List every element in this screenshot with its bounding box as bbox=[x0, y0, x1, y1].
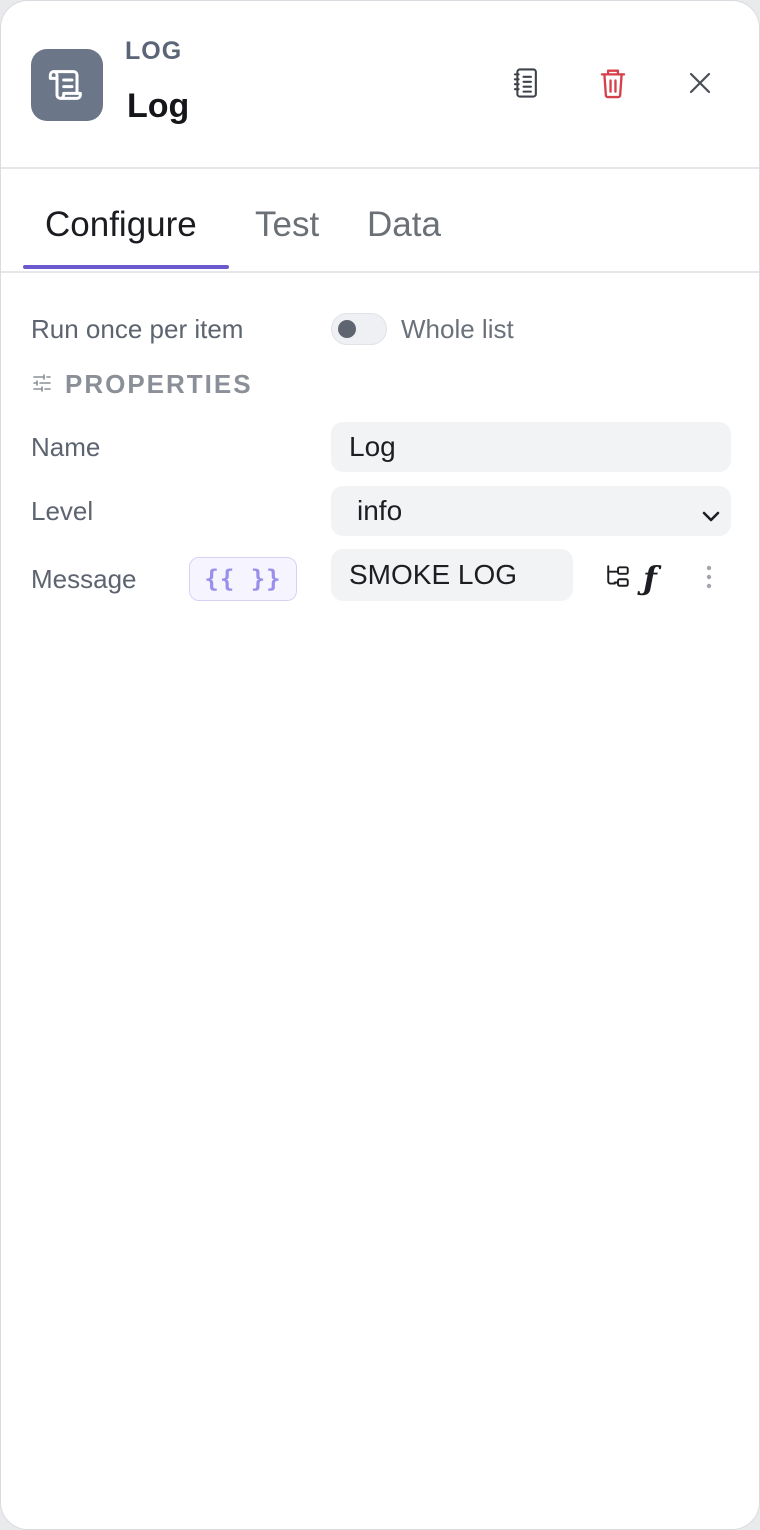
run-mode-toggle[interactable] bbox=[331, 313, 387, 345]
trash-icon bbox=[599, 67, 627, 104]
panel-header: LOG Log bbox=[1, 1, 759, 169]
chevron-down-icon bbox=[701, 501, 721, 533]
tab-configure[interactable]: Configure bbox=[45, 205, 197, 245]
level-select-value: info bbox=[357, 495, 403, 526]
toggle-knob bbox=[338, 320, 356, 338]
more-options-button[interactable] bbox=[697, 563, 721, 595]
function-icon: ƒ bbox=[643, 559, 657, 597]
tab-bar: Configure Test Data bbox=[1, 169, 759, 273]
close-icon bbox=[688, 71, 712, 100]
tree-structure-icon bbox=[605, 563, 631, 594]
active-tab-indicator bbox=[23, 265, 229, 269]
function-button[interactable]: ƒ bbox=[637, 559, 663, 597]
node-type-label: LOG bbox=[125, 37, 183, 65]
name-input[interactable]: Log bbox=[331, 422, 731, 472]
expression-toggle-badge[interactable]: {{ }} bbox=[189, 557, 297, 601]
variable-tree-button[interactable] bbox=[601, 561, 635, 595]
message-input[interactable]: SMOKE LOG bbox=[331, 549, 573, 601]
run-once-per-item-label: Run once per item bbox=[31, 314, 244, 344]
message-label: Message bbox=[31, 564, 137, 594]
delete-node-button[interactable] bbox=[591, 63, 635, 107]
docs-button[interactable] bbox=[504, 63, 548, 107]
close-button[interactable] bbox=[678, 63, 722, 107]
level-label: Level bbox=[31, 496, 94, 526]
notebook-icon bbox=[511, 67, 541, 104]
node-name-title: Log bbox=[127, 87, 190, 125]
sliders-icon bbox=[32, 373, 52, 398]
node-config-panel: LOG Log Configure Test Data Run once per… bbox=[0, 0, 760, 1530]
kebab-menu-icon bbox=[706, 564, 712, 595]
scroll-icon bbox=[31, 49, 103, 121]
properties-section-title: PROPERTIES bbox=[65, 369, 253, 399]
tab-test[interactable]: Test bbox=[255, 205, 319, 245]
level-select[interactable]: info bbox=[331, 486, 731, 536]
name-label: Name bbox=[31, 432, 101, 462]
whole-list-label: Whole list bbox=[401, 314, 514, 344]
tab-data[interactable]: Data bbox=[367, 205, 441, 245]
